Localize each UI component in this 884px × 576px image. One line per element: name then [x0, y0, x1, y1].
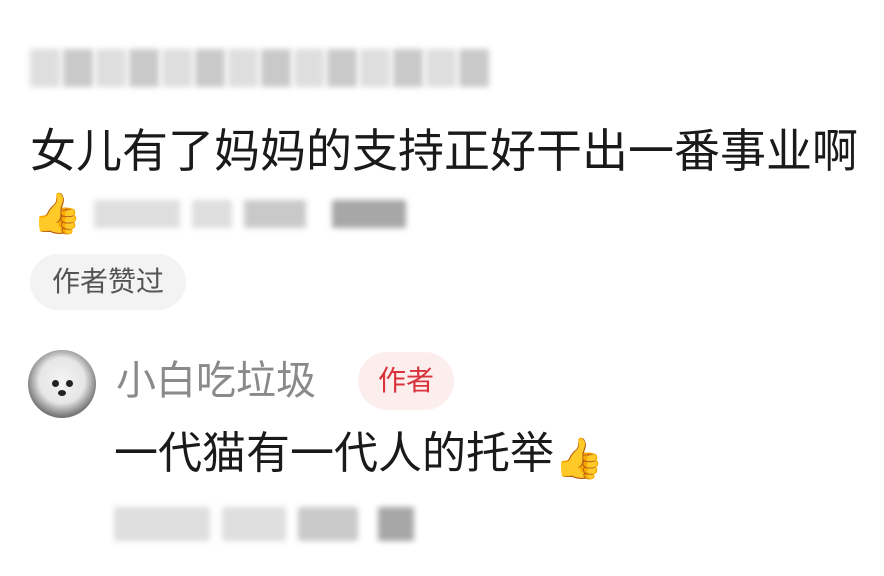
comment-text: 女儿有了妈妈的支持正好干出一番事业啊 [30, 124, 858, 178]
avatar-eye [66, 380, 73, 387]
reply-text: 一代猫有一代人的托举👍 [114, 422, 604, 486]
reply-link-blurred[interactable] [378, 507, 414, 541]
blurred-location [298, 507, 358, 541]
blurred-location [243, 200, 306, 228]
comment-meta: 👍 [32, 184, 406, 244]
blurred-text-block [96, 49, 126, 87]
author-tag: 作者 [358, 352, 455, 410]
blurred-text-block [162, 49, 192, 87]
blurred-text-block [294, 49, 324, 87]
comment-thread: 女儿有了妈妈的支持正好干出一番事业啊 👍 作者赞过 小白吃垃圾 作者 一代猫有一… [0, 0, 884, 576]
blurred-text-block [129, 49, 159, 87]
reply-meta-blurred [114, 496, 414, 552]
blurred-text-block [30, 49, 60, 87]
blurred-text-block [459, 49, 489, 87]
blurred-date [222, 507, 286, 541]
blurred-text-block [228, 49, 258, 87]
author-liked-badge: 作者赞过 [30, 254, 187, 310]
avatar[interactable] [28, 350, 96, 418]
blurred-text-block [63, 49, 93, 87]
blurred-text-block [327, 49, 357, 87]
reply-link-blurred[interactable] [331, 200, 406, 228]
blurred-text-block [393, 49, 423, 87]
avatar-eye [52, 380, 59, 387]
blurred-date [114, 507, 210, 541]
blurred-text-block [360, 49, 390, 87]
blurred-date [191, 200, 232, 228]
blurred-text-block [261, 49, 291, 87]
blurred-date [93, 200, 180, 228]
commenter-name-blurred [30, 40, 489, 96]
blurred-text-block [426, 49, 456, 87]
thumbs-up-icon: 👍 [554, 436, 604, 482]
avatar-nose [58, 390, 66, 396]
reply-text-content: 一代猫有一代人的托举 [114, 428, 554, 479]
reply-username[interactable]: 小白吃垃圾 [116, 350, 316, 412]
blurred-text-block [195, 49, 225, 87]
thumbs-up-icon: 👍 [32, 191, 82, 237]
